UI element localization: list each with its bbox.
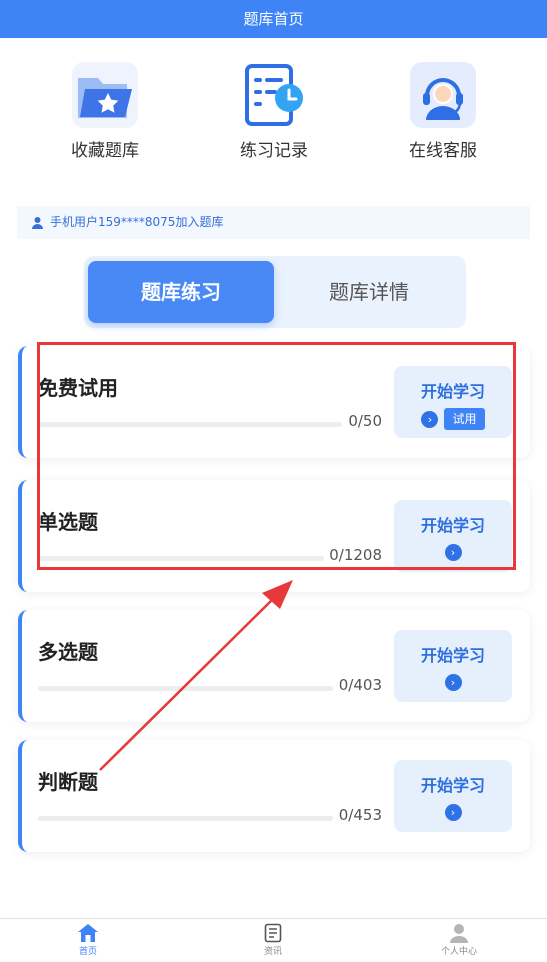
card-multiple-choice[interactable]: 多选题 0/403 开始学习 › <box>18 610 530 722</box>
record-clock-icon <box>241 62 307 128</box>
header-bar: 题库首页 <box>0 0 547 38</box>
chevron-right-icon: › <box>444 804 462 821</box>
shortcut-label: 练习记录 <box>240 141 308 161</box>
tab-question-details[interactable]: 题库详情 <box>280 261 458 323</box>
join-notice-text: 手机用户159****8075加入题库 <box>50 215 224 229</box>
nav-profile[interactable]: 个人中心 <box>409 923 509 957</box>
card-title: 判断题 <box>38 770 98 794</box>
profile-icon <box>450 924 468 943</box>
user-icon <box>32 217 43 229</box>
home-icon <box>78 924 98 942</box>
shortcut-row: 收藏题库 练习记录 在线客服 <box>0 62 547 162</box>
progress-count: 0/403 <box>338 676 382 694</box>
nav-home[interactable]: 首页 <box>38 923 138 957</box>
card-true-false[interactable]: 判断题 0/453 开始学习 › <box>18 740 530 852</box>
shortcut-practice-record[interactable]: 练习记录 <box>214 62 334 161</box>
shortcut-label: 收藏题库 <box>71 141 139 161</box>
start-learning-button[interactable]: 开始学习 › <box>394 630 512 702</box>
nav-label: 个人中心 <box>440 947 477 957</box>
shortcut-favorites[interactable]: 收藏题库 <box>45 62 165 161</box>
progress-count: 0/453 <box>338 806 382 824</box>
start-learning-label: 开始学习 <box>420 646 485 665</box>
nav-label: 资讯 <box>263 947 282 957</box>
nav-label: 首页 <box>78 947 97 957</box>
progress-track <box>38 686 333 691</box>
start-learning-button[interactable]: 开始学习 › <box>394 760 512 832</box>
folder-star-icon <box>72 62 138 128</box>
tab-question-practice[interactable]: 题库练习 <box>88 261 274 323</box>
progress-track <box>38 816 333 821</box>
bottom-nav: 首页 资讯 个人中心 <box>0 918 547 962</box>
nav-news[interactable]: 资讯 <box>223 923 323 957</box>
tab-switcher: 题库练习 题库详情 <box>84 256 466 328</box>
start-learning-label: 开始学习 <box>420 776 485 795</box>
annotation-highlight-box <box>37 342 516 570</box>
chevron-right-icon: › <box>444 674 462 691</box>
news-icon <box>264 923 282 943</box>
join-notice-bar: 手机用户159****8075加入题库 <box>17 206 530 239</box>
card-title: 多选题 <box>38 640 98 664</box>
shortcut-customer-service[interactable]: 在线客服 <box>383 62 503 161</box>
customer-service-icon <box>410 62 476 128</box>
shortcut-label: 在线客服 <box>409 141 477 161</box>
page-title: 题库首页 <box>243 10 304 28</box>
